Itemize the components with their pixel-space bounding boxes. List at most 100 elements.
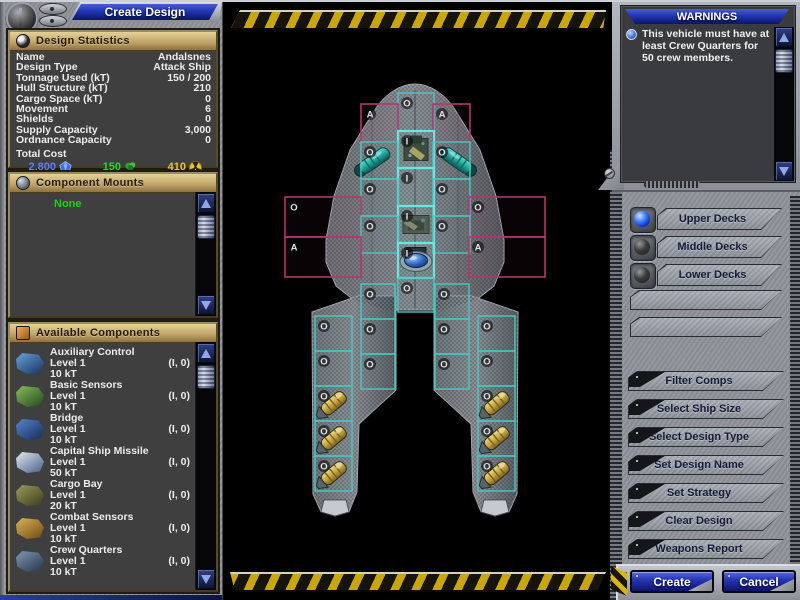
component-list-item[interactable]: Crew QuartersLevel 1(I, 0)10 kT <box>10 545 195 578</box>
statistics-icon <box>16 34 30 48</box>
slot-label: O <box>320 322 327 333</box>
component-mounts-body: None <box>10 192 216 316</box>
slot-label: I <box>406 212 409 223</box>
component-icon-box <box>10 413 50 446</box>
warning-message: This vehicle must have at least Crew Qua… <box>626 28 772 64</box>
up-arrow-icon <box>201 199 211 208</box>
hazard-stripe-top <box>230 10 606 30</box>
slot-label: O <box>366 185 373 196</box>
slot-label: A <box>475 243 482 254</box>
component-list-item[interactable]: Capital Ship MissileLevel 1(I, 0)50 kT <box>10 446 195 479</box>
component-info: (I, 0) <box>168 556 190 567</box>
ribbed-edge-right <box>790 196 800 600</box>
deck-led-2[interactable] <box>630 235 656 261</box>
empty-slot-bar <box>630 317 782 337</box>
component-list: Auxiliary ControlLevel 1(I, 0)10 kTBasic… <box>10 342 195 590</box>
led-off-icon <box>634 239 650 255</box>
slot-label: A <box>367 110 374 121</box>
window-option-button-2[interactable] <box>39 15 67 27</box>
mounts-scrollbar[interactable] <box>195 192 216 316</box>
slot-label: O <box>483 462 490 473</box>
design-statistics-body: NameAndalsnesDesign TypeAttack ShipTonna… <box>10 50 216 166</box>
up-arrow-icon <box>779 33 789 42</box>
ship-top-view: OAAIOOIOOOOIOOAAIOOOOOOOOOOOOOOOOO <box>222 0 612 596</box>
component-size: 10 kT <box>50 567 190 578</box>
deck-button-middle-decks[interactable]: Middle Decks <box>658 237 781 257</box>
scroll-down-button[interactable] <box>775 161 793 181</box>
mounts-icon <box>16 176 30 190</box>
slot-label: O <box>366 325 373 336</box>
scroll-down-button[interactable] <box>197 295 215 315</box>
slot-label: O <box>366 148 373 159</box>
component-info: (I, 0) <box>168 391 190 402</box>
component-list-item[interactable]: BridgeLevel 1(I, 0)10 kT <box>10 413 195 446</box>
component-info: (I, 0) <box>168 424 190 435</box>
scroll-thumb[interactable] <box>197 365 215 389</box>
deck-button-back: Lower Decks <box>657 264 782 286</box>
window-option-button-1[interactable] <box>39 3 67 15</box>
scroll-up-button[interactable] <box>197 193 215 213</box>
action-button-back: Set Design Name <box>628 455 784 475</box>
capital-ship-missile-icon <box>16 452 44 473</box>
component-icon-box <box>10 512 50 545</box>
create-design-screen: OAAIOOIOOOOIOOAAIOOOOOOOOOOOOOOOOO WARNI… <box>0 0 800 600</box>
component-list-item[interactable]: Cargo BayLevel 1(I, 0)20 kT <box>10 479 195 512</box>
ship-slot-grid: OAAIOOIOOOOIOOAAIOOOOOOOOOOOOOOOOO <box>285 93 545 491</box>
mounts-none-item[interactable]: None <box>54 198 82 210</box>
design-canvas: OAAIOOIOOOOIOOAAIOOOOOOOOOOOOOOOOO <box>222 0 612 600</box>
deck-led-1[interactable] <box>630 207 656 233</box>
deck-button-lower-decks[interactable]: Lower Decks <box>658 265 781 285</box>
component-list-item[interactable]: Combat SensorsLevel 1(I, 0)10 kT <box>10 512 195 545</box>
component-icon-box <box>10 545 50 578</box>
stat-value: 0 <box>205 135 211 145</box>
scroll-up-button[interactable] <box>197 343 215 363</box>
create-button[interactable]: Create <box>630 570 714 593</box>
design-statistics-panel: Design Statistics NameAndalsnesDesign Ty… <box>8 30 218 168</box>
slot-label: O <box>366 360 373 371</box>
slot-label: O <box>438 222 445 233</box>
up-arrow-icon <box>201 349 211 358</box>
available-components-panel: Available Components Auxiliary ControlLe… <box>8 322 218 592</box>
component-text: Auxiliary ControlLevel 1(I, 0)10 kT <box>50 347 195 380</box>
action-button-back: Clear Design <box>628 511 784 531</box>
empty-slot-face <box>631 318 781 336</box>
slot-label: O <box>483 427 490 438</box>
scroll-thumb[interactable] <box>197 215 215 239</box>
component-info: (I, 0) <box>168 490 190 501</box>
component-text: Crew QuartersLevel 1(I, 0)10 kT <box>50 545 195 578</box>
screen-edge-top <box>0 0 800 2</box>
panel-grip <box>644 181 700 188</box>
component-list-item[interactable]: Basic SensorsLevel 1(I, 0)10 kT <box>10 380 195 413</box>
available-components-body: Auxiliary ControlLevel 1(I, 0)10 kTBasic… <box>10 342 216 590</box>
stat-row: Ordnance Capacity0 <box>16 135 211 145</box>
empty-slot-bar <box>630 290 782 310</box>
component-icon-box <box>10 347 50 380</box>
design-statistics-title: Design Statistics <box>36 35 130 47</box>
total-cost-label: Total Cost <box>16 149 211 160</box>
slot-label: O <box>440 325 447 336</box>
deck-led-3[interactable] <box>630 263 656 289</box>
component-icon-box <box>10 446 50 479</box>
component-list-item[interactable]: Auxiliary ControlLevel 1(I, 0)10 kT <box>10 347 195 380</box>
slot-label: O <box>366 290 373 301</box>
hazard-stripe-bottom <box>230 572 606 592</box>
slot-label: O <box>483 322 490 333</box>
action-button-back: Filter Comps <box>628 371 784 391</box>
down-arrow-icon <box>779 167 789 176</box>
scroll-thumb[interactable] <box>775 49 793 73</box>
component-text: BridgeLevel 1(I, 0)10 kT <box>50 413 195 446</box>
warnings-scrollbar[interactable] <box>774 27 794 181</box>
deck-button-upper-decks[interactable]: Upper Decks <box>658 209 781 229</box>
components-scrollbar[interactable] <box>195 342 216 590</box>
design-statistics-header: Design Statistics <box>10 32 216 51</box>
down-arrow-icon <box>201 575 211 584</box>
scroll-down-button[interactable] <box>197 569 215 589</box>
component-icon-box <box>10 479 50 512</box>
action-button-back: Select Design Type <box>628 427 784 447</box>
cancel-button[interactable]: Cancel <box>722 570 796 593</box>
ribbed-edge-left <box>610 150 622 600</box>
down-arrow-icon <box>201 301 211 310</box>
scroll-up-button[interactable] <box>775 27 793 47</box>
slot-label: O <box>483 392 490 403</box>
combat-sensors-icon <box>16 518 44 539</box>
